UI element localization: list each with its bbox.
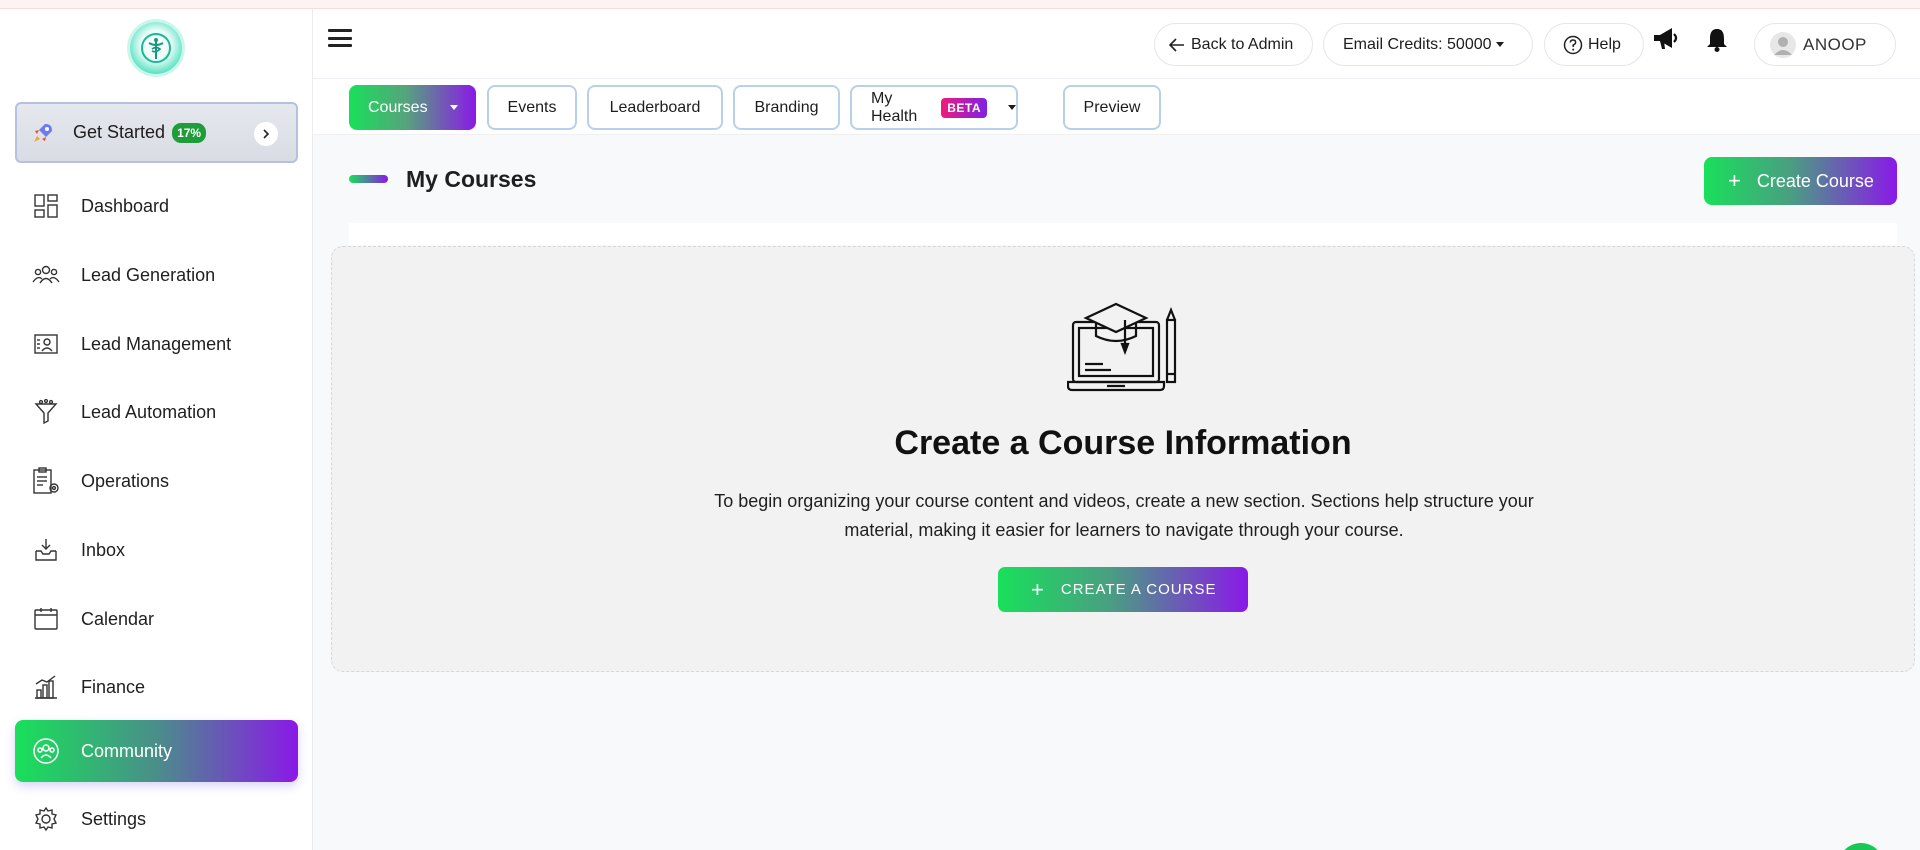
- back-to-admin-button[interactable]: Back to Admin: [1154, 23, 1313, 66]
- sidebar-item-label: Calendar: [81, 608, 155, 629]
- plus-icon: +: [1031, 576, 1045, 602]
- megaphone-icon[interactable]: [1652, 26, 1680, 52]
- contact-card-icon: [31, 329, 61, 359]
- help-button[interactable]: Help: [1544, 23, 1644, 66]
- chevron-right-icon[interactable]: [254, 122, 278, 146]
- create-a-course-label: CREATE A COURSE: [1060, 581, 1217, 598]
- tab-label: Courses: [368, 98, 428, 116]
- bell-icon[interactable]: [1705, 27, 1729, 53]
- create-course-label: Create Course: [1756, 170, 1874, 191]
- tab-label: Leaderboard: [609, 98, 701, 116]
- user-name: ANOOP: [1803, 34, 1867, 54]
- empty-state-description: To begin organizing your course content …: [674, 487, 1574, 545]
- sidebar-item-lead-automation[interactable]: Lead Automation: [15, 381, 298, 443]
- get-started-button[interactable]: Get Started 17%: [15, 102, 298, 163]
- arrow-left-icon: [1169, 37, 1184, 52]
- tab-my-health[interactable]: My Health BETA: [850, 85, 1018, 130]
- tab-label: My Health: [871, 89, 918, 125]
- sidebar-item-finance[interactable]: Finance: [15, 656, 298, 718]
- sidebar-item-operations[interactable]: Operations: [15, 450, 298, 512]
- app-logo[interactable]: [130, 22, 182, 74]
- caret-down-icon[interactable]: [449, 105, 458, 110]
- sidebar-item-label: Inbox: [81, 539, 126, 560]
- help-label: Help: [1588, 35, 1621, 53]
- sidebar-item-label: Dashboard: [81, 195, 170, 216]
- rocket-icon: [34, 123, 52, 142]
- user-menu[interactable]: ANOOP: [1754, 23, 1896, 66]
- sidebar: Get Started 17% Dashboard Lead Generatio…: [0, 9, 313, 850]
- tab-branding[interactable]: Branding: [733, 85, 840, 130]
- dashboard-icon: [31, 191, 61, 221]
- sidebar-item-lead-management[interactable]: Lead Management: [15, 313, 298, 375]
- sidebar-item-settings[interactable]: Settings: [15, 788, 298, 850]
- tabs-bar: Courses Events Leaderboard Branding My H…: [313, 79, 1920, 135]
- sidebar-item-label: Community: [81, 740, 173, 761]
- sidebar-item-community[interactable]: Community: [15, 720, 298, 782]
- top-accent-line: [0, 0, 1920, 9]
- sidebar-item-label: Finance: [81, 676, 146, 697]
- clipboard-gear-icon: [31, 466, 61, 496]
- tab-leaderboard[interactable]: Leaderboard: [587, 85, 723, 130]
- empty-state-title: Create a Course Information: [894, 424, 1352, 462]
- users-icon: [31, 260, 61, 290]
- page-title: My Courses: [406, 166, 537, 192]
- email-credits-dropdown[interactable]: Email Credits: 50000: [1323, 23, 1533, 66]
- gear-icon: [31, 804, 61, 834]
- sidebar-item-dashboard[interactable]: Dashboard: [15, 175, 298, 237]
- caduceus-icon: [141, 33, 171, 63]
- tab-preview[interactable]: Preview: [1063, 85, 1161, 130]
- inbox-icon: [31, 535, 61, 565]
- content-divider: [349, 223, 1897, 245]
- sidebar-item-label: Lead Generation: [81, 264, 216, 285]
- main-content: My Courses + Create Course Create a Cour…: [313, 135, 1920, 850]
- caret-down-icon[interactable]: [1008, 105, 1016, 110]
- back-to-admin-label: Back to Admin: [1191, 35, 1294, 53]
- funnel-icon: [31, 397, 61, 427]
- calendar-icon: [31, 604, 61, 634]
- sidebar-item-label: Operations: [81, 470, 170, 491]
- get-started-label: Get Started: [73, 122, 166, 142]
- email-credits-label: Email Credits: 50000: [1343, 35, 1492, 53]
- sidebar-item-inbox[interactable]: Inbox: [15, 519, 298, 581]
- empty-state-description-line: material, making it easier for learners …: [844, 520, 1404, 540]
- beta-badge: BETA: [941, 97, 987, 118]
- graduation-laptop-icon: [1067, 302, 1177, 392]
- create-a-course-button[interactable]: + CREATE A COURSE: [998, 567, 1248, 612]
- empty-state-card: Create a Course Information To begin org…: [331, 246, 1915, 672]
- title-accent: [349, 175, 388, 183]
- empty-state-description-line: To begin organizing your course content …: [714, 491, 1534, 511]
- sidebar-item-label: Lead Management: [81, 333, 232, 354]
- caret-down-icon: [1495, 42, 1504, 47]
- tab-label: Events: [507, 98, 557, 116]
- sidebar-item-label: Lead Automation: [81, 401, 217, 422]
- menu-icon[interactable]: [326, 26, 354, 50]
- tab-label: Branding: [754, 98, 819, 116]
- plus-icon: +: [1728, 168, 1741, 193]
- avatar: [1770, 31, 1796, 58]
- top-header: Back to Admin Email Credits: 50000 Help …: [313, 9, 1920, 79]
- sidebar-item-lead-generation[interactable]: Lead Generation: [15, 244, 298, 306]
- tab-label: Preview: [1083, 98, 1141, 116]
- sidebar-item-calendar[interactable]: Calendar: [15, 588, 298, 650]
- community-icon: [31, 736, 61, 766]
- question-circle-icon: [1563, 35, 1583, 54]
- create-course-button[interactable]: + Create Course: [1704, 157, 1897, 205]
- tab-events[interactable]: Events: [487, 85, 577, 130]
- finance-chart-icon: [31, 672, 61, 702]
- sidebar-item-label: Settings: [81, 808, 147, 829]
- tab-courses[interactable]: Courses: [349, 85, 476, 130]
- progress-badge: 17%: [172, 122, 207, 143]
